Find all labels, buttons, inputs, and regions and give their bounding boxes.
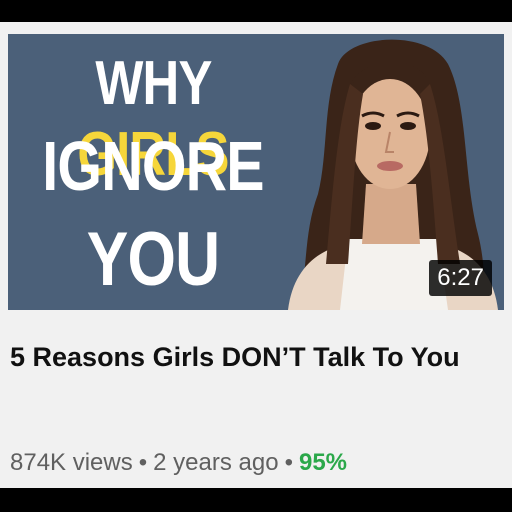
video-duration-badge: 6:27 (429, 260, 492, 296)
view-count: 874K views (10, 449, 133, 476)
thumbnail-headline: WHY GIRLS IGNORE YOU (8, 34, 298, 310)
video-card[interactable]: WHY GIRLS IGNORE YOU 6:27 5 Reasons Girl… (0, 22, 512, 488)
meta-separator: • (138, 449, 148, 476)
upload-age: 2 years ago (153, 449, 279, 476)
video-title[interactable]: 5 Reasons Girls DON’T Talk To You (10, 334, 480, 380)
thumbnail-line-2: IGNORE (42, 127, 264, 205)
like-ratio: 95% (298, 449, 348, 476)
thumbnail-line-3: YOU (86, 217, 220, 302)
video-thumbnail[interactable]: WHY GIRLS IGNORE YOU 6:27 (8, 34, 504, 310)
video-metadata: 874K views • 2 years ago • 95% (10, 449, 347, 477)
meta-separator: • (284, 449, 293, 476)
thumbnail-word-why: WHY (95, 49, 211, 118)
